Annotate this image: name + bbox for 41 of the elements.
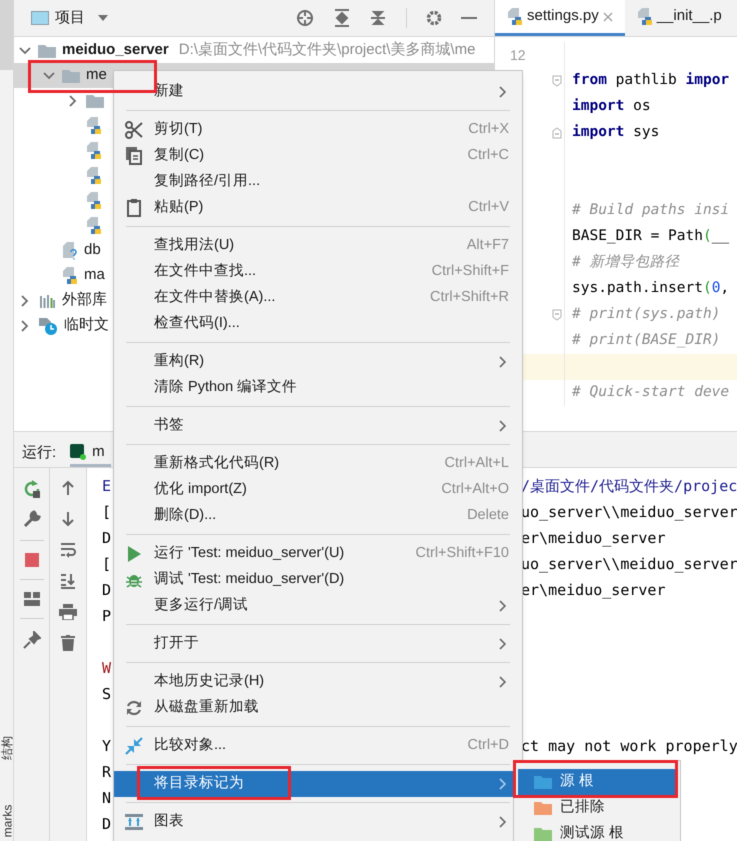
console-text: E bbox=[102, 476, 112, 495]
shortcut-label: Ctrl+Shift+R bbox=[430, 288, 509, 308]
console-text: er\meiduo_server bbox=[521, 528, 666, 547]
console-text: er\meiduo_server bbox=[521, 580, 666, 599]
path-label: D:\桌面文件\代码文件夹\project\美多商城\me bbox=[178, 40, 476, 60]
shortcut-label: Ctrl+C bbox=[468, 146, 509, 166]
shortcut-label: Ctrl+Shift+F10 bbox=[416, 544, 509, 564]
console-text: D bbox=[102, 528, 112, 547]
code-line: import sys bbox=[572, 123, 660, 142]
code-line: # 新增导包路径 bbox=[572, 252, 680, 272]
code-line: import os bbox=[572, 97, 651, 116]
console-text: uo_server\\meiduo_server bbox=[521, 502, 737, 521]
code-line: # Build paths insi bbox=[572, 201, 730, 220]
code-line: # print(sys.path) bbox=[572, 305, 720, 324]
code-line: from pathlib impor bbox=[572, 71, 730, 90]
shortcut-label: Ctrl+X bbox=[468, 120, 509, 140]
shortcut-label: Alt+F7 bbox=[466, 236, 509, 256]
console-text: W bbox=[102, 658, 112, 677]
shortcut-label: Ctrl+Alt+O bbox=[441, 480, 509, 500]
console-text: ct may not work properly bbox=[521, 736, 737, 755]
console-text: R bbox=[102, 762, 112, 781]
console-text: uo_server\\meiduo_server bbox=[521, 554, 737, 573]
console-text: N bbox=[102, 788, 112, 807]
console-text: [ bbox=[102, 502, 112, 521]
console-text: [ bbox=[102, 554, 112, 573]
console-text: S bbox=[102, 684, 112, 703]
line-number: 12 bbox=[510, 46, 526, 64]
shortcut-label: Ctrl+V bbox=[468, 198, 509, 218]
shortcut-label: Delete bbox=[467, 506, 509, 526]
code-line: BASE_DIR = Path(__ bbox=[572, 227, 730, 246]
shortcut-label: Ctrl+D bbox=[468, 736, 509, 756]
console-text: D bbox=[102, 580, 112, 599]
panel-title: 运行: bbox=[22, 443, 56, 464]
shortcut-label: Ctrl+Shift+F bbox=[432, 262, 509, 282]
console-text: P bbox=[102, 606, 112, 625]
console-text: Y bbox=[102, 736, 112, 755]
console-text: D bbox=[102, 814, 112, 833]
shortcut-label: Ctrl+Alt+L bbox=[444, 454, 509, 474]
code-line: # print(BASE_DIR) bbox=[572, 331, 720, 350]
code-line: # Quick-start deve bbox=[572, 383, 730, 402]
code-line: sys.path.insert(0, bbox=[572, 279, 730, 298]
